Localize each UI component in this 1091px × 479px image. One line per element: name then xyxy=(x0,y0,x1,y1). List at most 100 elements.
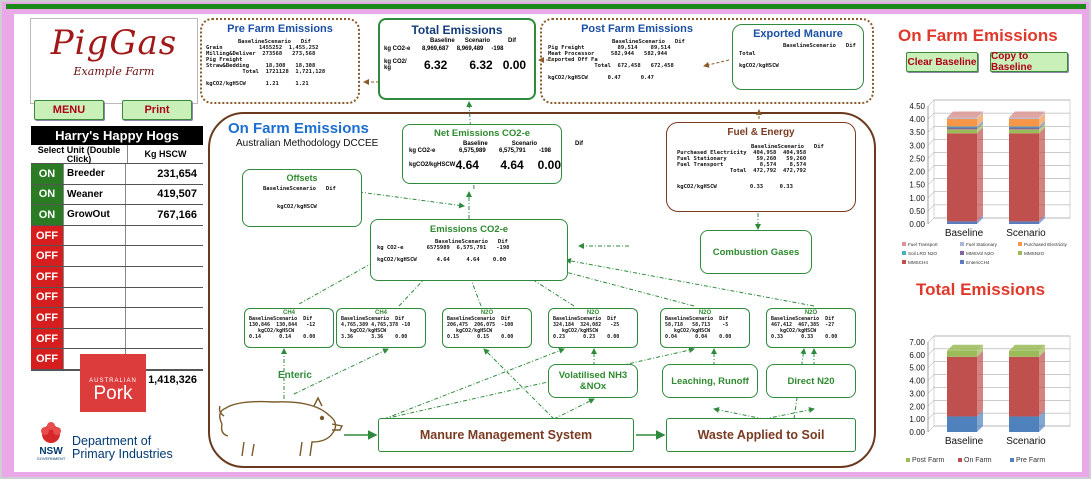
grid-line xyxy=(927,425,935,433)
source-box: N2O BaselineScenario Dif 467,412 467,385 … xyxy=(766,308,856,348)
y-tick-label: 2.00 xyxy=(909,168,925,177)
grid-line xyxy=(927,335,935,343)
grid-line xyxy=(927,204,935,212)
grid-line xyxy=(927,191,935,198)
bar-segment xyxy=(1009,129,1039,134)
bar-segment xyxy=(947,127,977,130)
source-box: N2O BaselineScenario Dif 206,475 206,075 … xyxy=(442,308,532,348)
bar-segment xyxy=(947,133,977,222)
bar-segment xyxy=(947,129,977,134)
bar-segment-side xyxy=(1039,127,1045,222)
fuel-energy-intensity: kgCO2/kgHSCW 0.33 0.33 xyxy=(677,184,793,190)
net-int-scenario: 4.64 xyxy=(500,158,524,172)
net-int-baseline: 4.64 xyxy=(455,158,479,172)
legend-label: Pre Farm xyxy=(1016,457,1045,464)
total-chart-title: Total Emissions xyxy=(916,280,1046,299)
leaching-box: Leaching, Runoff xyxy=(662,364,758,398)
legend-label: Fuel Transport xyxy=(908,242,938,247)
legend-swatch xyxy=(1018,251,1022,255)
bar-segment xyxy=(947,356,977,417)
y-tick-label: 2.50 xyxy=(909,154,925,163)
bar-segment xyxy=(1009,133,1039,222)
source-values: BaselineScenario Dif 324,184 324,082 -25… xyxy=(553,316,620,340)
net-col-baseline: Baseline xyxy=(463,141,488,147)
y-tick-label: 5.00 xyxy=(909,364,925,373)
legend-label: MMSCH4 xyxy=(908,260,928,264)
source-values: BaselineScenario Dif 206,475 206,075 -10… xyxy=(447,316,514,340)
pig-illustration xyxy=(214,394,344,460)
legend-swatch xyxy=(902,242,906,246)
leaching-label: Leaching, Runoff xyxy=(671,375,749,387)
bar-segment-side xyxy=(1039,350,1045,417)
manure-management-box: Manure Management System xyxy=(378,418,634,452)
manure-management-label: Manure Management System xyxy=(419,428,593,442)
waste-soil-box: Waste Applied to Soil xyxy=(666,418,856,452)
offsets-intensity: kgCO2/kgHSCW xyxy=(277,204,317,210)
grid-line xyxy=(927,400,935,407)
legend-swatch xyxy=(902,260,906,264)
source-values: BaselineScenario Dif 130,846 130,844 -12… xyxy=(249,316,316,340)
combustion-gases-box: Combustion Gases xyxy=(700,230,812,274)
bar-segment-side xyxy=(977,350,983,417)
bar-segment xyxy=(1009,117,1039,119)
fuel-energy-title: Fuel & Energy xyxy=(727,127,795,138)
grid-line xyxy=(927,112,935,120)
grid-line xyxy=(927,126,935,133)
offsets-title: Offsets xyxy=(286,173,318,183)
y-tick-label: 4.50 xyxy=(909,102,925,111)
y-tick-label: 3.00 xyxy=(909,141,925,150)
grid-line xyxy=(927,361,935,368)
offsets-header: BaselineScenario Dif xyxy=(263,186,336,192)
offsets-box: Offsets BaselineScenario Dif kgCO2/kgHSC… xyxy=(242,169,362,227)
legend-label: Soil LRO N2O xyxy=(908,251,938,256)
top-bar xyxy=(6,4,1086,9)
legend-swatch xyxy=(960,260,964,264)
net-kg-scenario: 6,575,791 xyxy=(499,148,526,154)
y-tick-label: 4.00 xyxy=(909,377,925,386)
copy-to-baseline-button[interactable]: Copy to Baseline xyxy=(990,51,1068,73)
legend-swatch xyxy=(960,242,964,246)
emissions-co2e-lines: kg CO2-e 6575989 6,575,791 -198 kgCO2/kg… xyxy=(377,245,510,263)
fuel-energy-lines: Purchased Electricity 404,958 404,958 Fu… xyxy=(677,150,807,174)
bar-segment xyxy=(1009,221,1039,224)
x-category-label: Baseline xyxy=(945,436,984,447)
grid-line xyxy=(927,217,935,225)
bar-segment xyxy=(947,221,977,224)
legend-swatch xyxy=(958,458,962,462)
worksheet: PigGas Example Farm MENU Print Harry's H… xyxy=(14,14,1082,472)
legend-label: MMSN2O xyxy=(1024,251,1045,256)
clear-baseline-button[interactable]: Clear Baseline xyxy=(906,52,978,72)
bar-top xyxy=(947,111,983,118)
legend-label: Fuel Stationary xyxy=(966,242,998,247)
source-box: N2O BaselineScenario Dif 324,184 324,082 … xyxy=(548,308,638,348)
legend-label: MMSVol N2O xyxy=(966,251,994,256)
grid-line xyxy=(927,412,935,420)
bar-segment xyxy=(947,126,977,128)
grid-line xyxy=(927,348,935,356)
source-box: CH4 BaselineScenario Dif 4,765,389 4,765,… xyxy=(336,308,426,348)
y-tick-label: 7.00 xyxy=(909,338,925,347)
volatilised-label: Volatilised NH3 &NOx xyxy=(558,370,628,392)
on-farm-chart-title: On Farm Emissions xyxy=(898,26,1058,45)
grid-line xyxy=(927,139,935,146)
y-tick-label: 0.00 xyxy=(909,428,925,437)
bar-segment xyxy=(947,118,977,127)
y-tick-label: 1.50 xyxy=(909,181,925,190)
legend-label: On Farm xyxy=(964,457,992,464)
net-int-label: kgCO2/kgHSCW xyxy=(409,162,456,168)
legend-label: Post Farm xyxy=(912,457,944,464)
bar-segment xyxy=(1009,126,1039,128)
net-kg-dif: -198 xyxy=(539,148,552,154)
source-values: BaselineScenario Dif 58,718 58,713 -5 kg… xyxy=(665,316,732,340)
bar-top xyxy=(947,344,983,351)
direct-n2o-label: Direct N20 xyxy=(787,375,835,387)
net-kg-label: kg CO2-e xyxy=(409,148,436,154)
x-category-label: Baseline xyxy=(945,228,984,239)
bar-segment xyxy=(947,350,977,357)
grid-line xyxy=(927,99,935,107)
x-category-label: Scenario xyxy=(1006,228,1046,239)
combustion-gases-label: Combustion Gases xyxy=(712,246,800,258)
net-int-dif: 0.00 xyxy=(537,158,561,172)
volatilised-box: Volatilised NH3 &NOx xyxy=(548,364,638,398)
bar-segment xyxy=(1009,356,1039,417)
